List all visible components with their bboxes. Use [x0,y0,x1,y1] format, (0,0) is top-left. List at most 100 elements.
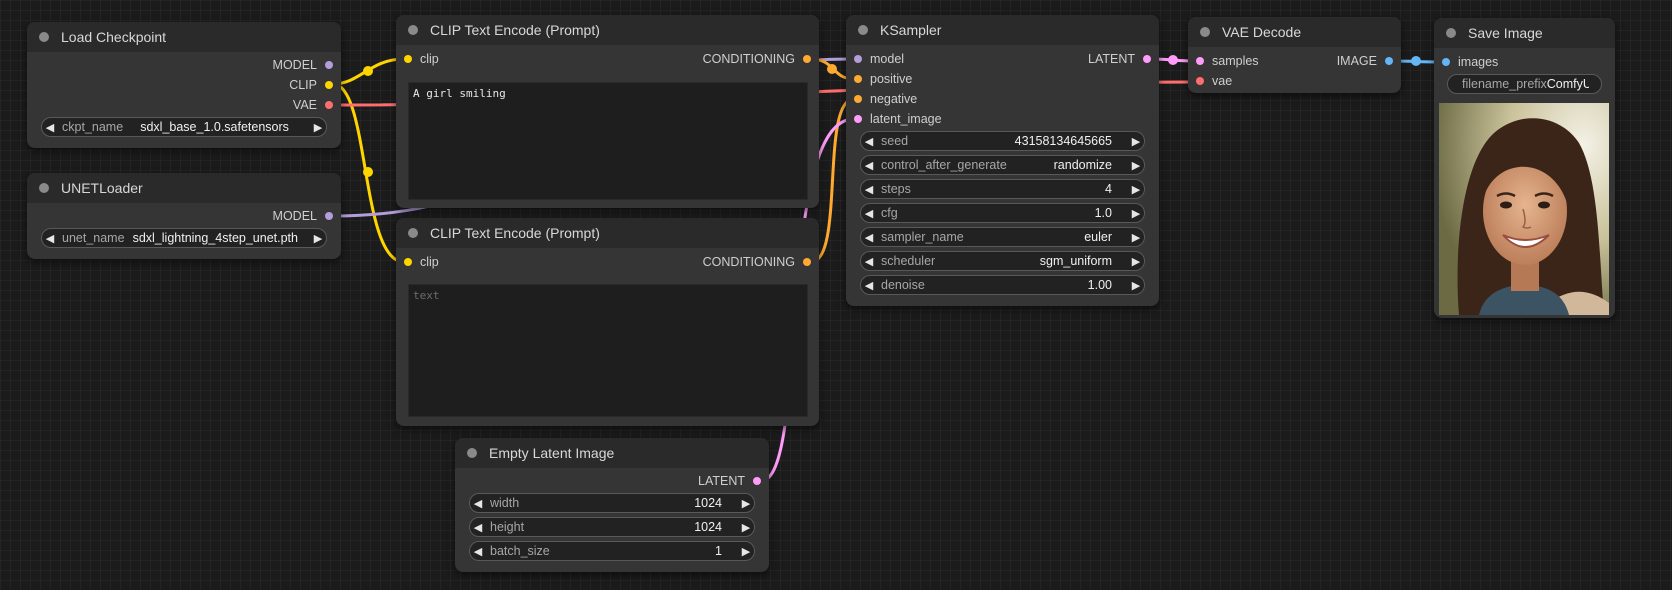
widget-control-after-generate[interactable]: ◀ control_after_generate randomize ▶ [860,155,1145,175]
node-title[interactable]: CLIP Text Encode (Prompt) [396,15,819,45]
collapse-dot-icon[interactable] [39,32,49,42]
image-pin-icon[interactable] [1442,58,1450,66]
arrow-left-icon[interactable]: ◀ [861,135,877,148]
arrow-left-icon[interactable]: ◀ [861,207,877,220]
input-latent-image[interactable]: latent_image [854,109,942,129]
arrow-left-icon[interactable]: ◀ [861,255,877,268]
clip-pin-icon[interactable] [325,81,333,89]
widget-width[interactable]: ◀ width 1024 ▶ [469,493,755,513]
arrow-right-icon[interactable]: ▶ [1128,159,1144,172]
arrow-right-icon[interactable]: ▶ [1128,279,1144,292]
output-conditioning[interactable]: CONDITIONING [703,49,811,69]
output-image-preview[interactable] [1439,103,1609,315]
arrow-right-icon[interactable]: ▶ [1128,183,1144,196]
widget-cfg[interactable]: ◀ cfg 1.0 ▶ [860,203,1145,223]
collapse-dot-icon[interactable] [467,448,477,458]
arrow-right-icon[interactable]: ▶ [1128,255,1144,268]
output-image[interactable]: IMAGE [1337,51,1393,71]
conditioning-pin-icon[interactable] [854,75,862,83]
vae-pin-icon[interactable] [1196,77,1204,85]
input-negative[interactable]: negative [854,89,917,109]
conditioning-pin-icon[interactable] [803,55,811,63]
arrow-right-icon[interactable]: ▶ [310,121,326,134]
node-save-image[interactable]: Save Image images filename_prefix ComfyU… [1434,18,1615,318]
arrow-right-icon[interactable]: ▶ [738,521,754,534]
arrow-left-icon[interactable]: ◀ [470,521,486,534]
output-model[interactable]: MODEL [273,55,333,75]
output-latent[interactable]: LATENT [698,471,761,491]
node-title[interactable]: Empty Latent Image [455,438,769,468]
widget-steps[interactable]: ◀ steps 4 ▶ [860,179,1145,199]
conditioning-pin-icon[interactable] [854,95,862,103]
arrow-left-icon[interactable]: ◀ [861,159,877,172]
node-load-checkpoint[interactable]: Load Checkpoint MODEL CLIP VAE ◀ ckpt_na… [27,22,341,148]
widget-height[interactable]: ◀ height 1024 ▶ [469,517,755,537]
clip-pin-icon[interactable] [404,55,412,63]
node-title[interactable]: Load Checkpoint [27,22,341,52]
widget-sampler-name[interactable]: ◀ sampler_name euler ▶ [860,227,1145,247]
latent-pin-icon[interactable] [1196,57,1204,65]
collapse-dot-icon[interactable] [39,183,49,193]
node-title[interactable]: UNETLoader [27,173,341,203]
node-title[interactable]: VAE Decode [1188,17,1401,47]
latent-pin-icon[interactable] [753,477,761,485]
widget-unet-name[interactable]: ◀ unet_name sdxl_lightning_4step_unet.pt… [41,228,327,248]
widget-ckpt-name[interactable]: ◀ ckpt_name sdxl_base_1.0.safetensors ▶ [41,117,327,137]
node-clip-text-encode-negative[interactable]: CLIP Text Encode (Prompt) clip CONDITION… [396,218,819,426]
widget-scheduler[interactable]: ◀ scheduler sgm_uniform ▶ [860,251,1145,271]
widget-denoise[interactable]: ◀ denoise 1.00 ▶ [860,275,1145,295]
latent-pin-icon[interactable] [1143,55,1151,63]
collapse-dot-icon[interactable] [858,25,868,35]
widget-batch-size[interactable]: ◀ batch_size 1 ▶ [469,541,755,561]
arrow-right-icon[interactable]: ▶ [1128,135,1144,148]
input-samples[interactable]: samples [1196,51,1259,71]
model-pin-icon[interactable] [854,55,862,63]
widget-filename-prefix[interactable]: filename_prefix ComfyUI [1447,74,1602,94]
image-pin-icon[interactable] [1385,57,1393,65]
output-vae[interactable]: VAE [293,95,333,115]
collapse-dot-icon[interactable] [408,228,418,238]
clip-pin-icon[interactable] [404,258,412,266]
widget-seed[interactable]: ◀ seed 43158134645665 ▶ [860,131,1145,151]
node-title[interactable]: KSampler [846,15,1159,45]
node-title[interactable]: CLIP Text Encode (Prompt) [396,218,819,248]
arrow-left-icon[interactable]: ◀ [861,231,877,244]
arrow-right-icon[interactable]: ▶ [1128,231,1144,244]
node-clip-text-encode-positive[interactable]: CLIP Text Encode (Prompt) clip CONDITION… [396,15,819,208]
output-clip[interactable]: CLIP [289,75,333,95]
input-clip[interactable]: clip [404,252,439,272]
input-images[interactable]: images [1442,52,1498,72]
collapse-dot-icon[interactable] [408,25,418,35]
arrow-right-icon[interactable]: ▶ [310,232,326,245]
node-title[interactable]: Save Image [1434,18,1615,48]
arrow-right-icon[interactable]: ▶ [1128,207,1144,220]
conditioning-pin-icon[interactable] [803,258,811,266]
input-clip[interactable]: clip [404,49,439,69]
output-conditioning[interactable]: CONDITIONING [703,252,811,272]
arrow-left-icon[interactable]: ◀ [470,497,486,510]
latent-pin-icon[interactable] [854,115,862,123]
arrow-left-icon[interactable]: ◀ [42,232,58,245]
prompt-textarea[interactable]: text [408,284,808,417]
node-unet-loader[interactable]: UNETLoader MODEL ◀ unet_name sdxl_lightn… [27,173,341,259]
input-positive[interactable]: positive [854,69,912,89]
model-pin-icon[interactable] [325,212,333,220]
input-vae[interactable]: vae [1196,71,1232,91]
output-latent[interactable]: LATENT [1088,49,1151,69]
node-vae-decode[interactable]: VAE Decode samples vae IMAGE [1188,17,1401,93]
node-empty-latent-image[interactable]: Empty Latent Image LATENT ◀ width 1024 ▶… [455,438,769,572]
arrow-left-icon[interactable]: ◀ [470,545,486,558]
collapse-dot-icon[interactable] [1446,28,1456,38]
prompt-textarea[interactable]: A girl smiling [408,82,808,200]
collapse-dot-icon[interactable] [1200,27,1210,37]
arrow-right-icon[interactable]: ▶ [738,545,754,558]
input-model[interactable]: model [854,49,904,69]
arrow-left-icon[interactable]: ◀ [861,279,877,292]
model-pin-icon[interactable] [325,61,333,69]
vae-pin-icon[interactable] [325,101,333,109]
arrow-left-icon[interactable]: ◀ [42,121,58,134]
arrow-right-icon[interactable]: ▶ [738,497,754,510]
arrow-left-icon[interactable]: ◀ [861,183,877,196]
output-model[interactable]: MODEL [273,206,333,226]
node-ksampler[interactable]: KSampler model positive negative latent_… [846,15,1159,306]
